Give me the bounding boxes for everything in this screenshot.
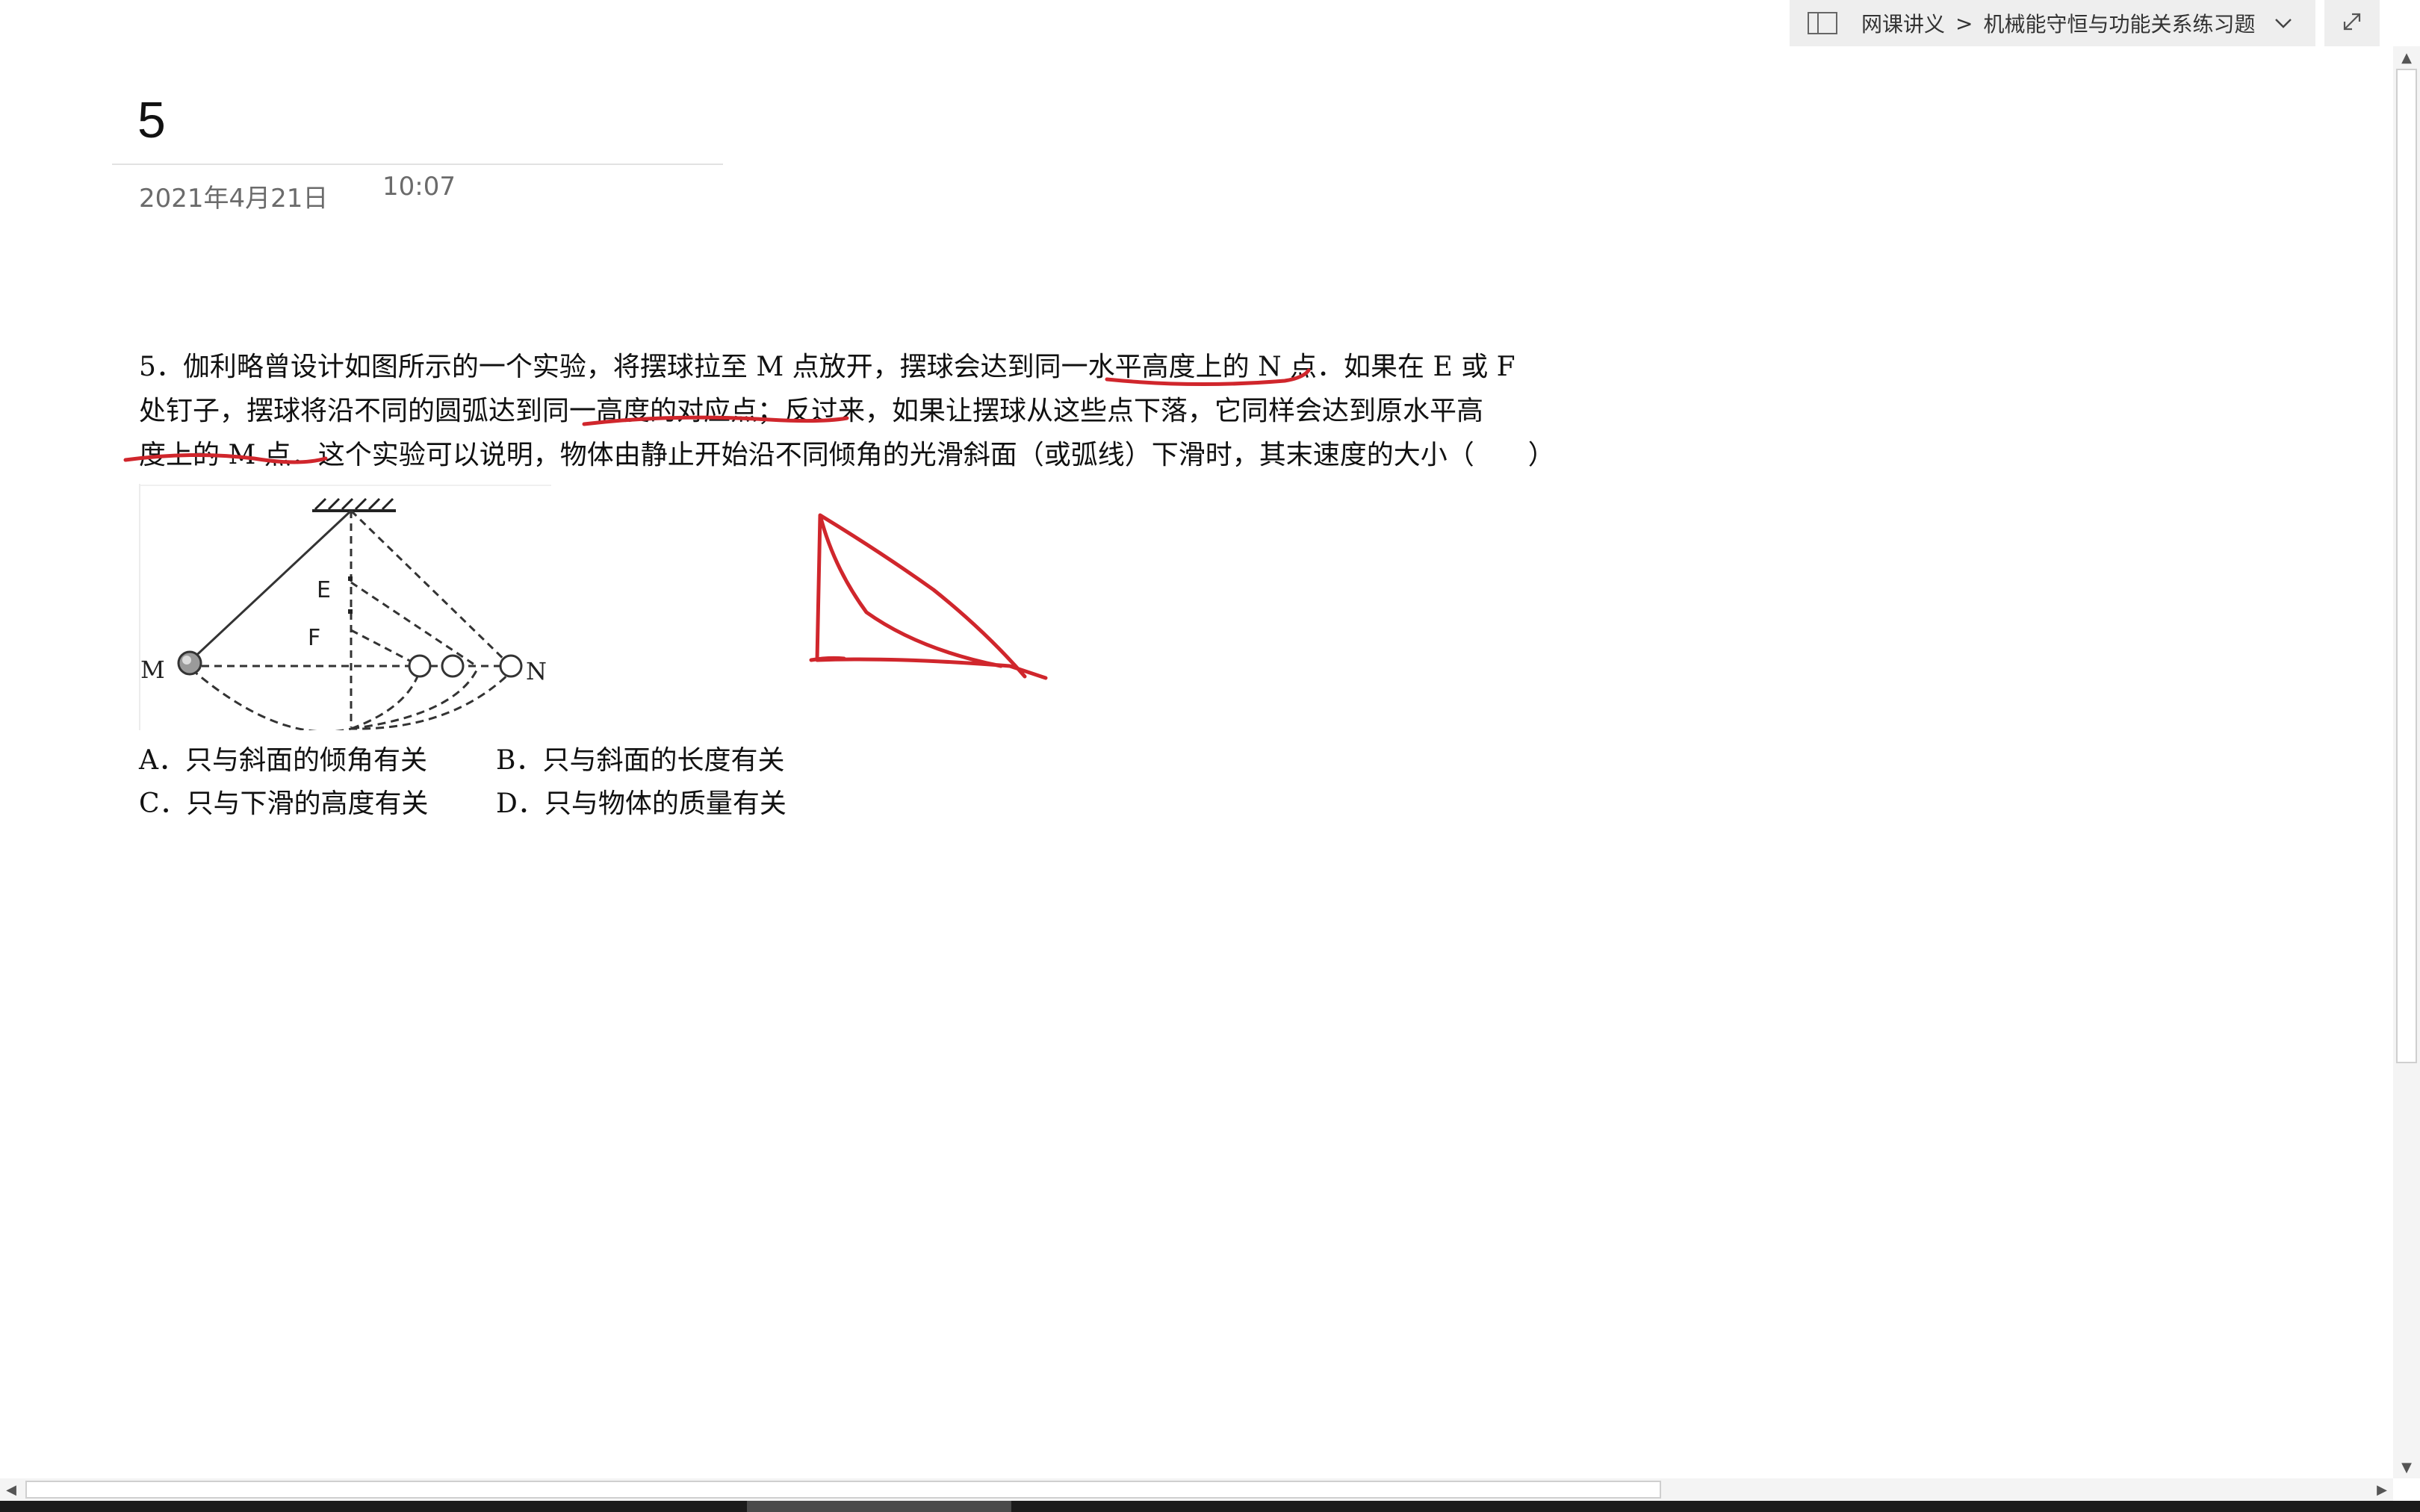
vertical-scrollbar[interactable]: ▲ ▼ <box>2393 46 2420 1478</box>
pendulum-diagram[interactable]: M N E F <box>139 484 551 733</box>
scroll-left-icon[interactable]: ◀ <box>0 1478 22 1501</box>
vertical-scroll-thumb[interactable] <box>2396 69 2417 1063</box>
ink-triangle <box>809 513 1048 680</box>
label-m: M <box>140 656 165 684</box>
option-d[interactable]: D．只与物体的质量有关 <box>496 783 853 826</box>
question-line-3: 度上的 M 点．这个实验可以说明，物体由静止开始沿不同倾角的光滑斜面（或弧线）下… <box>139 440 1555 470</box>
taskbar-active-segment[interactable] <box>747 1501 1011 1512</box>
option-b[interactable]: B．只与斜面的长度有关 <box>496 739 853 783</box>
page-time: 10:07 <box>382 172 456 202</box>
breadcrumb[interactable]: 网课讲义 > 机械能守恒与功能关系练习题 <box>1790 0 2315 46</box>
scroll-up-icon[interactable]: ▲ <box>2393 46 2420 69</box>
page-title[interactable]: 5 <box>137 91 166 149</box>
notebook-icon <box>1808 12 1837 34</box>
question-line-2: 处钉子，摆球将沿不同的圆弧达到同一高度的对应点；反过来，如果让摆球从这些点下落，… <box>139 396 1484 426</box>
option-a[interactable]: A．只与斜面的倾角有关 <box>139 739 496 783</box>
scroll-down-icon[interactable]: ▼ <box>2393 1456 2420 1478</box>
horizontal-scrollbar[interactable]: ◀ ▶ <box>0 1478 2393 1501</box>
breadcrumb-section[interactable]: 机械能守恒与功能关系练习题 <box>1983 8 2255 38</box>
label-f: F <box>308 625 320 651</box>
question-text[interactable]: 5．伽利略曾设计如图所示的一个实验，将摆球拉至 M 点放开，摆球会达到同一水平高… <box>139 345 1633 477</box>
taskbar <box>0 1501 2420 1512</box>
options-row-1: A．只与斜面的倾角有关 B．只与斜面的长度有关 <box>139 739 853 783</box>
breadcrumb-separator: > <box>1955 10 1973 36</box>
breadcrumb-notebook[interactable]: 网课讲义 <box>1861 8 1945 38</box>
expand-icon <box>2341 10 2363 36</box>
label-n: N <box>526 657 547 685</box>
chevron-down-icon[interactable] <box>2274 13 2293 33</box>
onenote-page: 网课讲义 > 机械能守恒与功能关系练习题 5 2021年4月21日 10:07 … <box>0 0 2420 1512</box>
horizontal-scroll-thumb[interactable] <box>25 1481 1661 1499</box>
scroll-right-icon[interactable]: ▶ <box>2371 1478 2393 1501</box>
option-c[interactable]: C．只与下滑的高度有关 <box>139 783 496 826</box>
title-divider <box>112 164 723 165</box>
page-date: 2021年4月21日 <box>139 184 329 214</box>
answer-options[interactable]: A．只与斜面的倾角有关 B．只与斜面的长度有关 C．只与下滑的高度有关 D．只与… <box>139 739 853 826</box>
options-row-2: C．只与下滑的高度有关 D．只与物体的质量有关 <box>139 783 853 826</box>
expand-button[interactable] <box>2324 0 2380 46</box>
label-e: E <box>317 577 331 603</box>
question-line-1: 5．伽利略曾设计如图所示的一个实验，将摆球拉至 M 点放开，摆球会达到同一水平高… <box>139 352 1515 382</box>
